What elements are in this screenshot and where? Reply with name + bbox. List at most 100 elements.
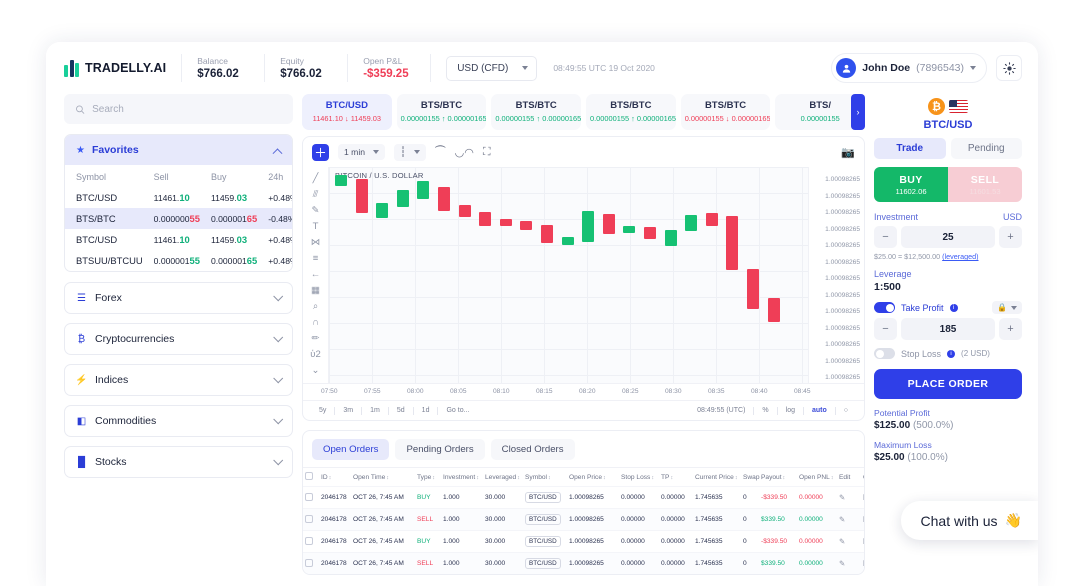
close-circle-icon[interactable]: ⌧ <box>863 537 864 546</box>
info-icon[interactable]: i <box>947 349 956 358</box>
investment-increment-button[interactable]: + <box>999 226 1022 248</box>
instrument-tab[interactable]: BTS/BTC 0.00000155 ↑ 0.00000165 <box>396 94 487 130</box>
range-1m[interactable]: 1m <box>362 407 388 414</box>
chevron-down-icon[interactable] <box>273 331 284 342</box>
indicators-icon[interactable]: ⏜ <box>435 146 446 159</box>
row-checkbox[interactable] <box>305 536 313 545</box>
orders-col-payout[interactable]: Payout <box>759 467 797 487</box>
cell-edit[interactable]: ✎ <box>837 508 861 531</box>
sell-button[interactable]: SELL 11601.53 <box>948 167 1022 202</box>
fullscreen-icon[interactable]: ⛶ <box>483 146 491 159</box>
close-circle-icon[interactable]: ⌧ <box>863 559 864 568</box>
info-icon[interactable]: i <box>949 303 958 312</box>
favorites-row[interactable]: BTS/BTC 0.00000055 0.00000165 -0.48% <box>65 208 292 229</box>
sidebar-item-indices[interactable]: ⚡ Indices <box>64 364 293 396</box>
take-profit-value[interactable]: 185 <box>901 318 995 340</box>
lock-icon[interactable]: ὑ2 <box>303 346 328 362</box>
favorites-row[interactable]: BTSUU/BTCUU 0.00000155 0.00000165 +0.48% <box>65 250 292 271</box>
pencil-icon[interactable]: ✎ <box>839 537 845 546</box>
more-icon[interactable]: ⌄ <box>303 362 328 378</box>
theme-toggle-button[interactable] <box>996 55 1022 81</box>
user-menu[interactable]: John Doe (7896543) <box>831 53 987 83</box>
row-checkbox[interactable] <box>305 492 313 501</box>
row-checkbox[interactable] <box>305 558 313 567</box>
place-order-button[interactable]: PLACE ORDER <box>874 369 1022 399</box>
investment-decrement-button[interactable]: − <box>874 226 897 248</box>
favorites-header[interactable]: ★ Favorites <box>65 135 292 165</box>
row-checkbox[interactable] <box>305 514 313 523</box>
range-3m[interactable]: 3m <box>335 407 361 414</box>
cell-edit[interactable]: ✎ <box>837 552 861 574</box>
fib-icon[interactable]: ⋈ <box>303 234 328 250</box>
go-to-button[interactable]: Go to... <box>438 407 477 414</box>
stop-loss-toggle[interactable] <box>874 348 895 359</box>
leveraged-link[interactable]: (leveraged) <box>942 252 978 261</box>
zoom-icon[interactable]: ⌕ <box>303 298 328 314</box>
buy-button[interactable]: BUY 11602.06 <box>874 167 948 202</box>
orders-col-id[interactable]: ID <box>319 467 351 487</box>
cell-close[interactable]: ⌧ <box>861 508 864 531</box>
table-row[interactable]: 2046178 OCT 26, 7:45 AM SELL 1.000 30.000 BTC… <box>303 508 864 531</box>
instrument-tab[interactable]: BTS/BTC 0.00000155 ↑ 0.00000165 <box>491 94 582 130</box>
select-all-checkbox[interactable] <box>305 472 313 480</box>
sidebar-item-cryptocurrencies[interactable]: ₿ Cryptocurrencies <box>64 323 293 355</box>
orders-col-stop-loss[interactable]: Stop Loss <box>619 467 659 487</box>
orders-col-open-pnl[interactable]: Open PNL <box>797 467 837 487</box>
table-row[interactable]: 2046178 OCT 26, 7:45 AM BUY 1.000 30.000 BTC/… <box>303 486 864 509</box>
close-circle-icon[interactable]: ⌧ <box>863 515 864 524</box>
chevron-up-icon[interactable] <box>272 147 283 158</box>
text-icon[interactable]: T <box>303 218 328 234</box>
pattern-icon[interactable]: ▦ <box>303 282 328 298</box>
brush-icon[interactable]: ✎ <box>303 202 328 218</box>
table-row[interactable]: 2046178 OCT 26, 7:45 AM BUY 1.000 30.000 BTC/… <box>303 530 864 553</box>
chevron-down-icon[interactable] <box>273 454 284 465</box>
pencil-icon[interactable]: ✎ <box>839 559 845 568</box>
parallel-channel-icon[interactable]: ⫻ <box>303 186 328 202</box>
favorites-row[interactable]: BTC/USD 11461.10 11459.03 +0.48% <box>65 229 292 250</box>
orders-tab[interactable]: Closed Orders <box>490 439 575 460</box>
brand-logo[interactable]: TRADELLY.AI <box>64 59 166 77</box>
take-profit-decrement-button[interactable]: − <box>874 318 897 340</box>
chevron-down-icon[interactable] <box>273 413 284 424</box>
table-row[interactable]: 2046178 OCT 26, 7:45 AM SELL 1.000 30.000 BTC… <box>303 552 864 574</box>
eraser-icon[interactable]: ✏ <box>303 330 328 346</box>
cell-close[interactable]: ⌧ <box>861 552 864 574</box>
tabs-next-button[interactable]: › <box>851 94 865 130</box>
orders-col-open-price[interactable]: Open Price <box>567 467 619 487</box>
camera-icon[interactable]: 📷 <box>841 146 855 159</box>
search-input[interactable] <box>92 103 282 115</box>
scale-auto-button[interactable]: auto <box>804 407 835 414</box>
orders-col-leveraged[interactable]: Leveraged <box>483 467 523 487</box>
take-profit-increment-button[interactable]: + <box>999 318 1022 340</box>
arrow-left-icon[interactable]: ← <box>303 266 328 282</box>
orders-col-investment[interactable]: Investment <box>441 467 483 487</box>
take-profit-toggle[interactable] <box>874 302 895 313</box>
scale-log-button[interactable]: log <box>778 407 803 414</box>
favorites-row[interactable]: BTC/USD 11461.10 11459.03 +0.48% <box>65 187 292 208</box>
chevron-down-icon[interactable] <box>273 372 284 383</box>
sidebar-item-forex[interactable]: ☰ Forex <box>64 282 293 314</box>
range-1d[interactable]: 1d <box>414 407 438 414</box>
instrument-tab[interactable]: BTC/USD 11461.10 ↓ 11459.03 <box>302 94 392 130</box>
chart-plot[interactable]: BITCOIN / U.S. DOLLAR <box>329 167 808 383</box>
chart-settings-icon[interactable]: ○ <box>836 407 856 414</box>
orders-col-type[interactable]: Type <box>415 467 441 487</box>
pencil-icon[interactable]: ✎ <box>839 515 845 524</box>
tab-trade[interactable]: Trade <box>874 138 946 159</box>
orders-tab[interactable]: Pending Orders <box>395 439 485 460</box>
chevron-down-icon[interactable] <box>273 290 284 301</box>
close-circle-icon[interactable]: ⌧ <box>863 493 864 502</box>
compare-icon[interactable]: ◡◠ <box>455 146 474 159</box>
range-5y[interactable]: 5y <box>311 407 334 414</box>
chart-type-select[interactable]: ┆ <box>394 143 427 161</box>
instrument-tab[interactable]: BTS/BTC 0.00000155 ↑ 0.00000165 <box>586 94 676 130</box>
take-profit-unit-select[interactable]: 🔒 <box>992 301 1022 314</box>
cell-close[interactable]: ⌧ <box>861 486 864 509</box>
orders-col-current-price[interactable]: Current Price <box>693 467 741 487</box>
instrument-tab[interactable]: BTS/BTC 0.00000155 ↓ 0.00000165 <box>680 94 771 130</box>
interval-select[interactable]: 1 min <box>338 144 386 160</box>
pencil-icon[interactable]: ✎ <box>839 493 845 502</box>
measure-icon[interactable]: ≡ <box>303 250 328 266</box>
cell-edit[interactable]: ✎ <box>837 486 861 509</box>
scale-percent-button[interactable]: % <box>754 407 776 414</box>
